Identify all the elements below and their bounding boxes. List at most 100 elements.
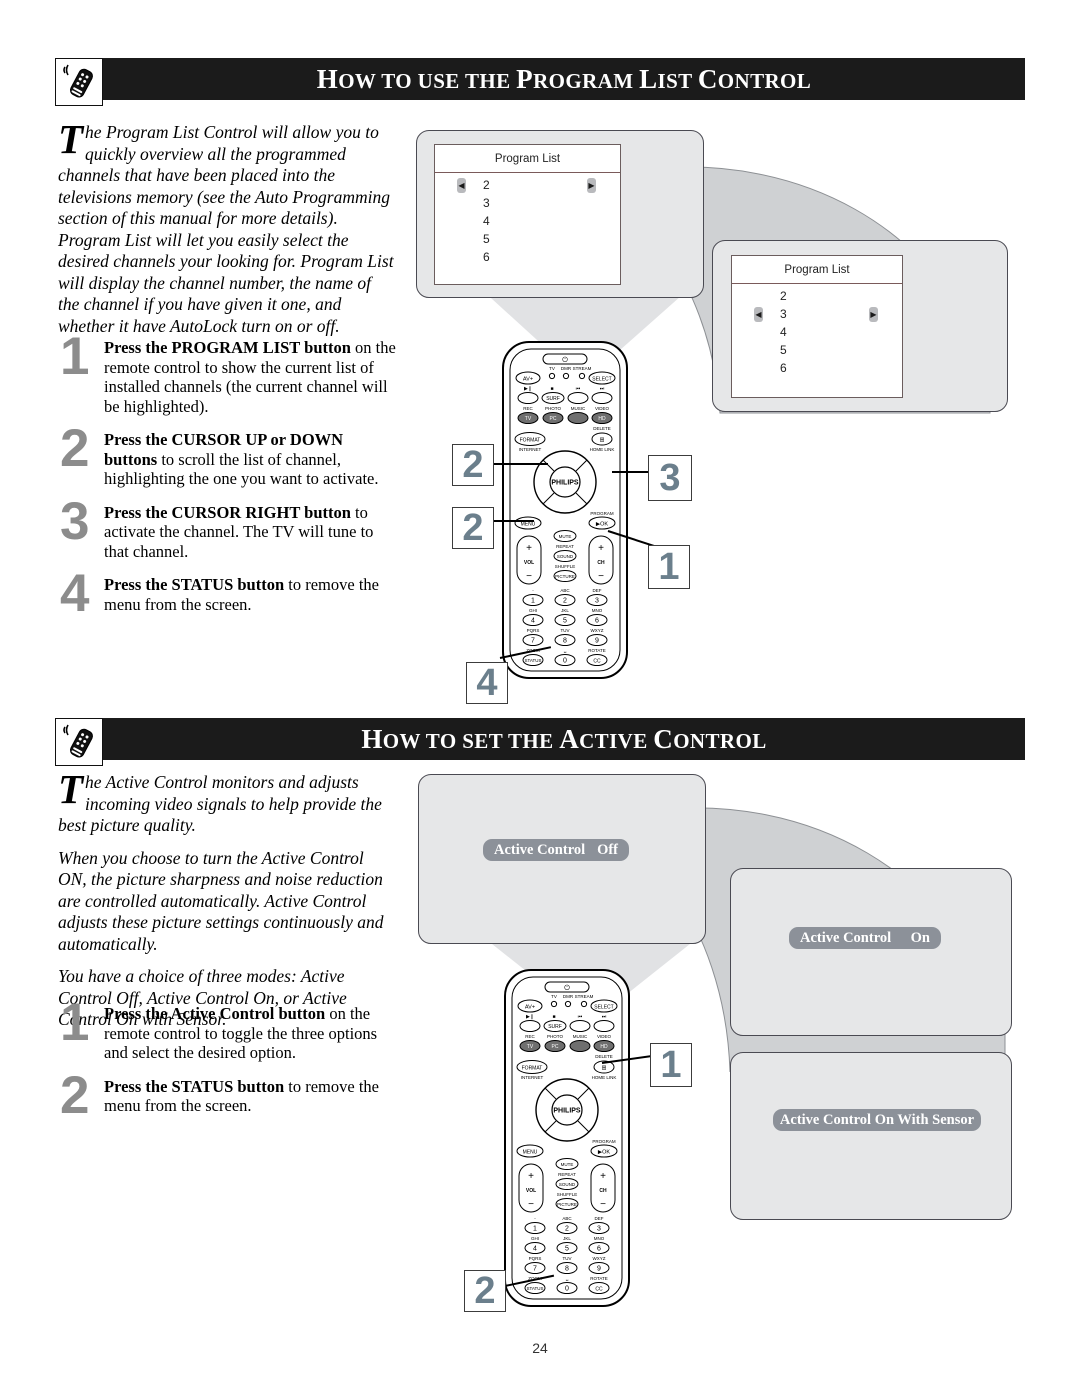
channel-number: 2 [780, 289, 787, 303]
svg-text:ABC: ABC [560, 588, 570, 593]
svg-text:TUV: TUV [563, 1256, 572, 1261]
callout-badge: 1 [650, 1043, 692, 1087]
svg-text:⊞: ⊞ [601, 1066, 606, 1072]
svg-text:INTERNET: INTERNET [521, 1075, 544, 1080]
step-bold: Press the STATUS button [104, 575, 285, 594]
cursor-right-icon: ▶ [587, 178, 596, 193]
osd-title: Program List [435, 145, 620, 173]
osd-label: Active Control [494, 841, 586, 858]
svg-text:⊞: ⊞ [599, 438, 604, 444]
svg-text:−: − [600, 1199, 606, 1210]
svg-text:STREAM: STREAM [573, 366, 592, 371]
svg-text:CC: CC [593, 659, 601, 665]
svg-text:VOL: VOL [526, 1188, 536, 1194]
channel-list: 2 ◀ 3 ▶ 4 5 6 [732, 287, 902, 377]
svg-text:■: ■ [552, 1014, 555, 1020]
steps-program-list: 1 Press the PROGRAM LIST button on the r… [60, 330, 398, 635]
svg-text:ROTATE: ROTATE [588, 648, 606, 653]
cursor-left-icon: ◀ [754, 307, 763, 322]
svg-text:⏭: ⏭ [600, 386, 605, 392]
svg-text:PHILIPS: PHILIPS [553, 1108, 581, 1115]
svg-text:+: + [600, 1171, 606, 1182]
step-number: 1 [60, 993, 90, 1052]
svg-text:■: ■ [550, 386, 553, 392]
intro-text: When you choose to turn the Active Contr… [58, 847, 384, 954]
svg-text:HOME LINK: HOME LINK [592, 1075, 617, 1080]
channel-row: 6 [435, 248, 620, 266]
svg-text:▶OK: ▶OK [596, 522, 609, 528]
step-item: 2 Press the STATUS button to remove the … [60, 1069, 398, 1123]
svg-text:8: 8 [565, 1266, 569, 1273]
callout-badge: 4 [466, 662, 508, 704]
channel-list: ◀ 2 ▶ 3 4 5 6 [435, 176, 620, 266]
channel-number: 3 [780, 307, 787, 321]
svg-text:0: 0 [563, 658, 567, 665]
svg-text:4: 4 [533, 1246, 537, 1253]
step-number: 4 [60, 564, 90, 623]
svg-text:SHUFFLE: SHUFFLE [557, 1192, 578, 1197]
cursor-left-icon: ◀ [457, 178, 466, 193]
svg-text:−: − [528, 1199, 534, 1210]
svg-text:CH: CH [599, 1188, 607, 1194]
svg-text:⏻: ⏻ [562, 356, 568, 364]
channel-number: 5 [780, 343, 787, 357]
svg-text:JKL: JKL [563, 1236, 571, 1241]
osd-label: Active Control On With Sensor [779, 1111, 975, 1128]
channel-row: ◀ 2 ▶ [435, 176, 620, 194]
svg-text:TUV: TUV [561, 628, 570, 633]
svg-text:TV: TV [527, 1044, 534, 1050]
step-item: 2 Press the CURSOR UP or DOWN buttons to… [60, 422, 398, 489]
channel-row: 4 [435, 212, 620, 230]
svg-text:PHILIPS: PHILIPS [551, 480, 579, 487]
svg-text:DELETE: DELETE [595, 1054, 613, 1059]
svg-text:9: 9 [597, 1266, 601, 1273]
svg-text:⏮: ⏮ [576, 386, 581, 392]
intro-paragraph-program-list: The Program List Control will allow you … [58, 119, 396, 348]
page-number: 24 [532, 1340, 548, 1356]
svg-text:SURF: SURF [548, 1024, 562, 1030]
svg-text:VOL: VOL [524, 560, 534, 566]
svg-text:DELETE: DELETE [593, 426, 611, 431]
svg-text:⏭: ⏭ [602, 1014, 607, 1020]
svg-text:PICTURE: PICTURE [557, 1202, 577, 1207]
svg-text:ABC: ABC [562, 1216, 572, 1221]
section-title-program-list: HOW TO USE THE PROGRAM LIST CONTROL [316, 63, 812, 94]
svg-text:⏮: ⏮ [578, 1014, 583, 1020]
svg-text:WXYZ: WXYZ [591, 628, 604, 633]
svg-text:1: 1 [533, 1226, 537, 1233]
tv-panel-program-list-2: Program List 2 ◀ 3 ▶ 4 5 6 [712, 240, 1008, 412]
svg-text:VIDEO: VIDEO [597, 1034, 612, 1039]
svg-text:⏻: ⏻ [564, 984, 570, 992]
svg-text:0: 0 [565, 1286, 569, 1293]
svg-text:PROGRAM: PROGRAM [592, 1139, 616, 1144]
svg-text:HD: HD [598, 416, 606, 422]
svg-text:5: 5 [565, 1246, 569, 1253]
svg-text:REPEAT: REPEAT [558, 1172, 576, 1177]
tv-panel-active-control-off: Active Control Off [418, 774, 706, 944]
svg-text:5: 5 [563, 618, 567, 625]
svg-text:TV: TV [551, 994, 557, 999]
svg-text:GHI: GHI [529, 608, 537, 613]
step-number: 2 [60, 1065, 90, 1125]
svg-text:MNO: MNO [594, 1236, 605, 1241]
channel-number: 4 [483, 214, 490, 228]
svg-text:CH: CH [597, 560, 605, 566]
manual-page: HOW TO USE THE PROGRAM LIST CONTROL The … [0, 0, 1080, 1397]
intro-paragraph-active-control: The Active Control monitors and adjusts … [58, 769, 396, 1042]
svg-text:PQRS: PQRS [529, 1256, 542, 1261]
channel-row: ◀ 3 ▶ [732, 305, 902, 323]
svg-text:1: 1 [531, 598, 535, 605]
osd-value: On [910, 929, 930, 946]
svg-text:CC: CC [595, 1287, 603, 1293]
cursor-right-icon: ▶ [869, 307, 878, 322]
callout-badge: 2 [464, 1270, 506, 1312]
osd-title: Program List [732, 256, 902, 284]
remote-control-icon [55, 58, 103, 106]
svg-text:+: + [526, 543, 532, 554]
svg-text:8: 8 [563, 638, 567, 645]
svg-text:MUSIC: MUSIC [571, 406, 586, 411]
svg-text:PC: PC [550, 416, 557, 422]
svg-text:REC: REC [525, 1034, 535, 1039]
svg-text:DMR: DMR [561, 366, 572, 371]
channel-number: 3 [483, 196, 490, 210]
